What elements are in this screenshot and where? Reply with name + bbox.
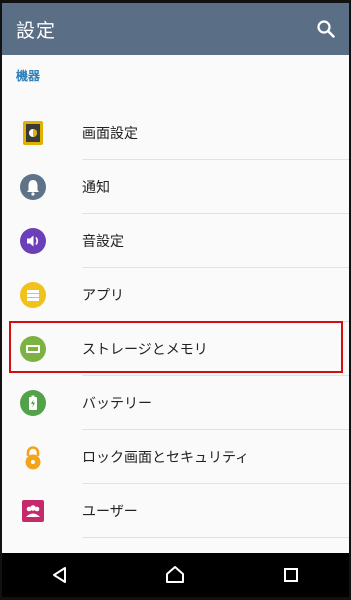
setting-item-sound[interactable]: 音設定 [2,214,349,268]
lock-icon [20,444,46,470]
users-icon [20,498,46,524]
battery-icon [20,390,46,416]
home-icon[interactable] [163,563,187,587]
setting-item-label: バッテリー [82,396,152,412]
navigation-bar [2,553,349,597]
section-header-device: 機器 [16,69,41,83]
recents-icon[interactable] [279,563,303,587]
apps-icon [20,282,46,308]
setting-item-battery[interactable]: バッテリー [2,376,349,430]
bell-icon [20,174,46,200]
app-bar: 設定 [2,3,349,55]
setting-item-users[interactable]: ユーザー [2,484,349,538]
setting-item-apps[interactable]: アプリ [2,268,349,322]
setting-item-label: アプリ [82,288,124,304]
setting-item-notifications[interactable]: 通知 [2,160,349,214]
page-title: 設定 [16,19,57,42]
setting-item-label: 画面設定 [82,126,138,142]
setting-item-label: ロック画面とセキュリティ [82,450,250,466]
display-icon [20,120,46,146]
volume-icon [20,228,46,254]
settings-screen: 設定 機器 画面設定 通知 音設定 アプリ ストレージとメモリ バッテリー ロッ… [2,3,349,597]
highlight-box [9,321,343,373]
divider [82,537,349,538]
setting-item-label: ユーザー [82,504,138,520]
setting-item-label: 通知 [82,180,110,196]
setting-item-display[interactable]: 画面設定 [2,106,349,160]
setting-item-label: 音設定 [82,234,124,250]
setting-item-lock-security[interactable]: ロック画面とセキュリティ [2,430,349,484]
back-icon[interactable] [48,563,72,587]
search-icon[interactable] [315,18,337,40]
